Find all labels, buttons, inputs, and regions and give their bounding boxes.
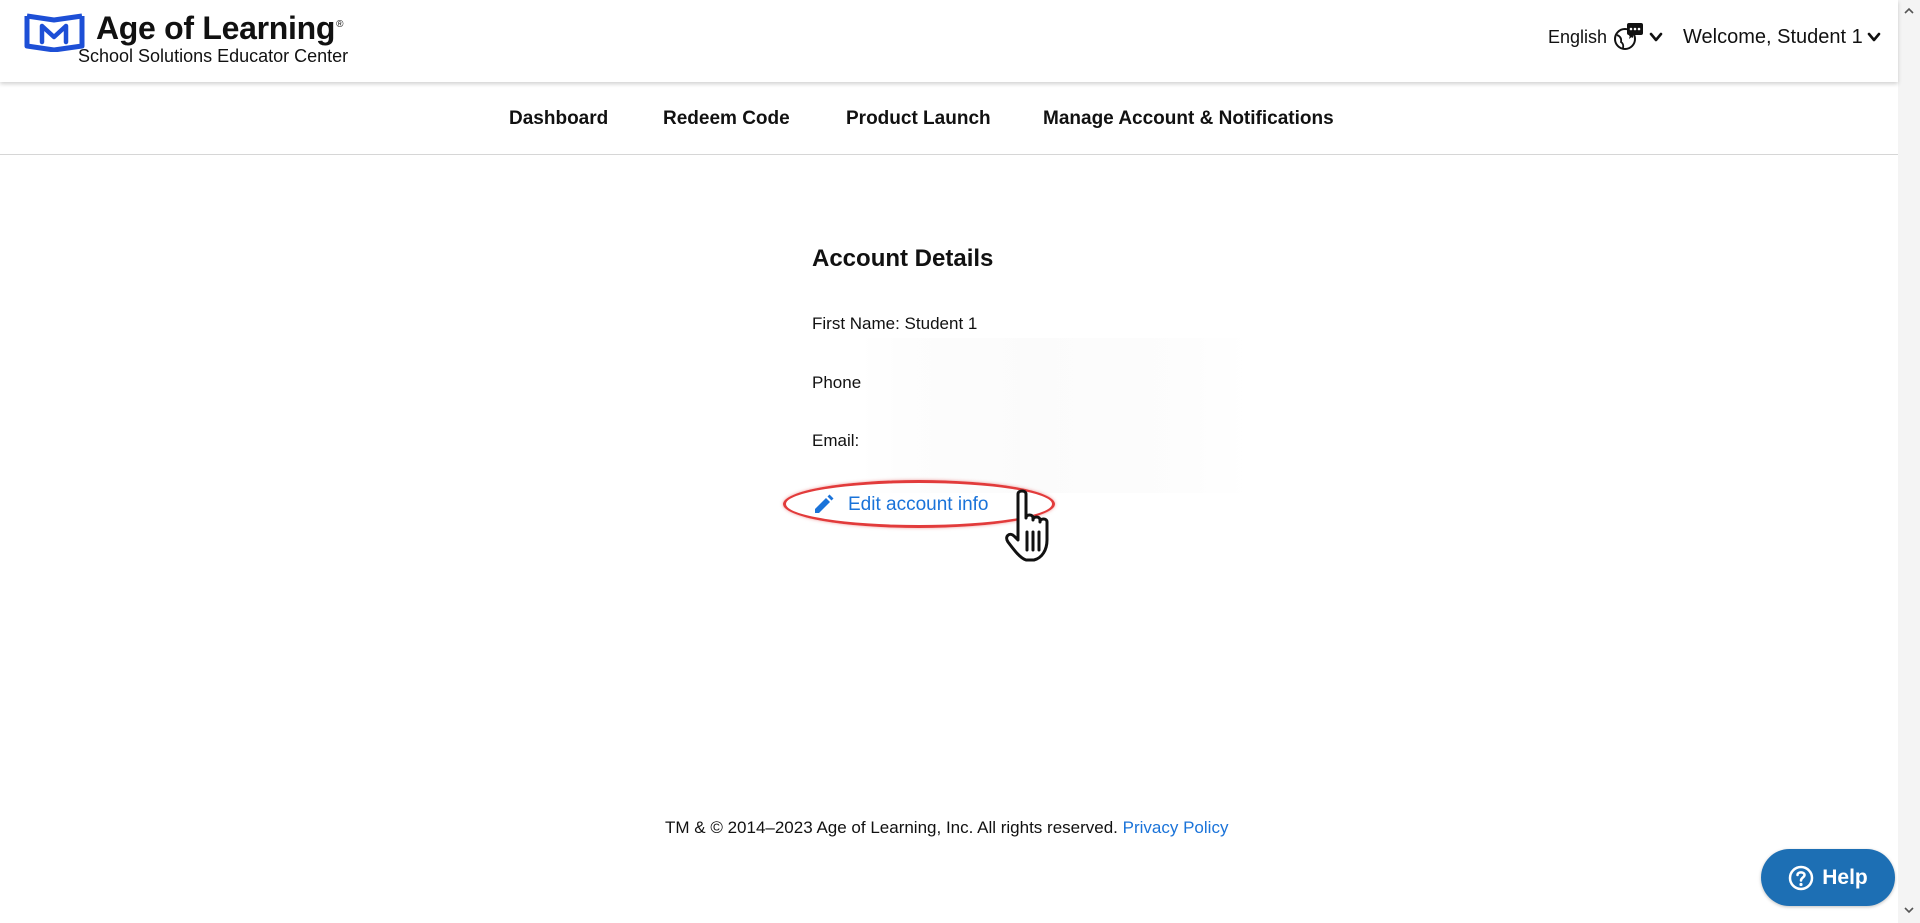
chevron-down-icon — [1867, 32, 1881, 42]
language-globe-icon — [1614, 23, 1644, 50]
pencil-icon — [815, 494, 834, 513]
welcome-label: Welcome, Student 1 — [1683, 25, 1863, 48]
brand-subtitle: School Solutions Educator Center — [78, 46, 349, 66]
page: Age of Learning® School Solutions Educat… — [0, 0, 1920, 923]
help-button[interactable]: Help — [1761, 849, 1895, 906]
nav-item-dashboard[interactable]: Dashboard — [509, 108, 608, 130]
hand-pointer-cursor-icon — [1005, 489, 1049, 562]
help-label: Help — [1822, 865, 1868, 889]
nav-item-manage-account[interactable]: Manage Account & Notifications — [1043, 108, 1334, 130]
brand-title: Age of Learning® — [96, 10, 344, 46]
main-nav: Dashboard Redeem Code Product Launch Man… — [0, 82, 1898, 155]
first-name-field: First Name: Student 1 — [812, 314, 978, 333]
top-header: Age of Learning® School Solutions Educat… — [0, 0, 1898, 82]
page-title: Account Details — [812, 245, 994, 272]
question-circle-icon — [1788, 865, 1814, 890]
copyright-text: TM & © 2014–2023 Age of Learning, Inc. A… — [665, 818, 1118, 837]
brand-logo[interactable]: Age of Learning® School Solutions Educat… — [24, 10, 384, 68]
user-menu[interactable]: Welcome, Student 1 — [1683, 22, 1881, 52]
edit-account-info-link[interactable]: Edit account info — [812, 492, 988, 518]
language-label: English — [1548, 26, 1608, 47]
account-details-section: Account Details First Name: Student 1 Ph… — [812, 245, 1312, 450]
scroll-down-icon[interactable] — [1904, 905, 1914, 915]
privacy-policy-link[interactable]: Privacy Policy — [1123, 818, 1229, 837]
chevron-down-icon — [1649, 32, 1663, 42]
email-field: Email: — [812, 431, 860, 450]
scroll-up-icon[interactable] — [1904, 6, 1914, 16]
language-selector[interactable]: English — [1548, 22, 1663, 52]
redacted-area — [860, 338, 1250, 493]
edit-account-info-label: Edit account info — [848, 494, 989, 515]
logo-mark-icon — [24, 13, 85, 52]
nav-item-product-launch[interactable]: Product Launch — [846, 108, 991, 130]
vertical-scrollbar[interactable] — [1898, 0, 1920, 923]
phone-field: Phone — [812, 373, 862, 392]
nav-item-redeem-code[interactable]: Redeem Code — [663, 108, 790, 130]
footer: TM & © 2014–2023 Age of Learning, Inc. A… — [665, 818, 1228, 838]
